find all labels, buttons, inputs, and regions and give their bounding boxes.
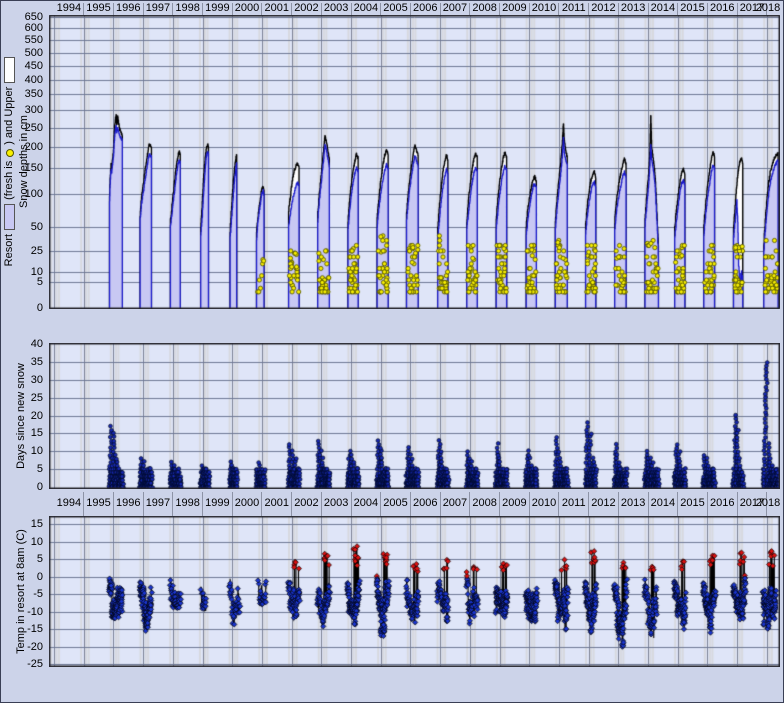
year-label: 2009 [499,2,529,15]
year-label: 2001 [262,2,292,15]
y-tick-label: 50 [3,221,43,233]
year-label: 1996 [113,497,143,510]
year-label: 2014 [648,497,678,510]
year-label: 2015 [678,2,708,15]
year-label: 2007 [440,2,470,15]
year-label: 2010 [529,497,559,510]
y-tick-label: 25 [3,245,43,257]
y-tick-label: 10 [3,445,43,457]
temperature-panel [49,516,780,667]
snow-depth-panel [49,15,780,309]
year-label: 1995 [84,497,114,510]
y-tick-label: 5 [3,276,43,288]
year-label: 2016 [707,497,737,510]
y-tick-label: -15 [3,623,43,635]
snow-history-chart: 1994199519961997199819992000200120022003… [0,0,784,703]
year-label: 2000 [232,497,262,510]
days-since-snow-canvas [49,343,780,489]
year-label: 2009 [499,497,529,510]
y-tick-label: 150 [3,162,43,174]
year-label: 2004 [351,2,381,15]
year-label: 1997 [143,2,173,15]
y-tick-label: 650 [3,11,43,23]
year-label: 2015 [678,497,708,510]
year-label: 2005 [381,497,411,510]
y-tick-label: 10 [3,266,43,278]
y-tick-label: 35 [3,356,43,368]
year-label: 2005 [381,2,411,15]
y-tick-label: 600 [3,22,43,34]
y-tick-label: 20 [3,410,43,422]
year-label: 2001 [262,497,292,510]
year-label: 2014 [648,2,678,15]
year-label: 2002 [291,497,321,510]
year-label: 2003 [321,2,351,15]
year-label: 1999 [202,497,232,510]
snow-depth-canvas [49,15,780,309]
year-label: 2006 [410,2,440,15]
year-label: 1995 [84,2,114,15]
year-label: 2000 [232,2,262,15]
y-tick-label: 550 [3,34,43,46]
y-tick-label: 300 [3,104,43,116]
year-label: 2008 [470,497,500,510]
year-label: 1999 [202,2,232,15]
year-label: 2013 [618,497,648,510]
year-label: 2004 [351,497,381,510]
y-tick-label: 500 [3,47,43,59]
temperature-canvas [49,516,780,667]
year-label: 1994 [54,2,84,15]
days-since-snow-panel [49,343,780,489]
y-tick-label: -10 [3,606,43,618]
year-label: 1996 [113,2,143,15]
year-label: 2012 [588,2,618,15]
y-tick-label: 0 [3,481,43,493]
year-label: 1994 [54,497,84,510]
y-tick-label: 25 [3,392,43,404]
year-label: 2008 [470,2,500,15]
year-label: 1998 [173,497,203,510]
year-label: 2011 [559,2,589,15]
year-label: 2006 [410,497,440,510]
y-tick-label: 400 [3,74,43,86]
year-label: 2012 [588,497,618,510]
y-tick-label: -20 [3,641,43,653]
y-tick-label: 200 [3,141,43,153]
y-tick-label: 0 [3,571,43,583]
y-tick-label: 350 [3,88,43,100]
year-label: 2011 [559,497,589,510]
year-label: 2018 [753,497,783,510]
y-tick-label: 5 [3,463,43,475]
y-tick-label: 15 [3,518,43,530]
y-tick-label: 100 [3,188,43,200]
y-tick-label: 10 [3,536,43,548]
year-label: 2013 [618,2,648,15]
y-tick-label: 15 [3,427,43,439]
year-label: 1998 [173,2,203,15]
year-label: 1997 [143,497,173,510]
y-tick-label: 30 [3,374,43,386]
y-tick-label: -25 [3,658,43,670]
y-tick-label: 0 [3,302,43,314]
year-label: 2007 [440,497,470,510]
year-label: 2018 [753,2,783,15]
year-label: 2016 [707,2,737,15]
year-label: 2002 [291,2,321,15]
y-tick-label: -5 [3,588,43,600]
y-tick-label: 40 [3,338,43,350]
y-tick-label: 450 [3,60,43,72]
year-label: 2010 [529,2,559,15]
year-label: 2003 [321,497,351,510]
y-tick-label: 250 [3,122,43,134]
y-tick-label: 5 [3,553,43,565]
